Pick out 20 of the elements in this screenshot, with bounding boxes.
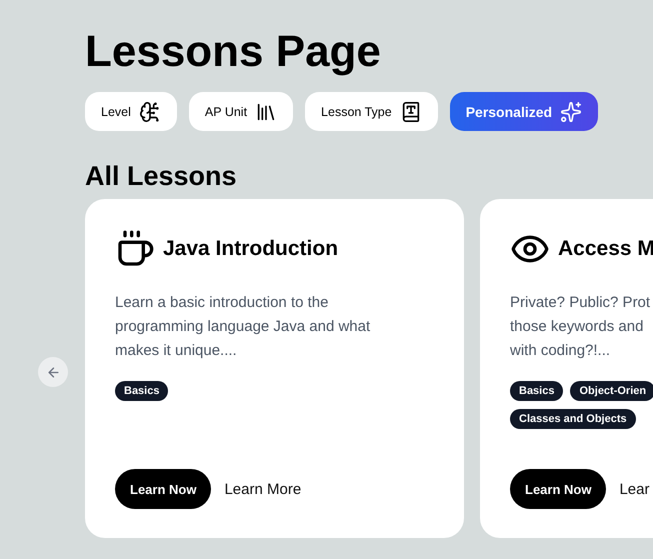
tag: Classes and Objects (510, 409, 636, 429)
filter-button[interactable]: Personalized (450, 92, 598, 131)
sparkles-icon (560, 100, 582, 122)
brain-icon (138, 100, 161, 122)
lesson-description: Learn a basic introduction to the programming language Java and what makes it unique.... (115, 293, 372, 361)
tag: Basics (115, 381, 168, 401)
page-title: Lessons Page (85, 26, 382, 78)
learn-more-link[interactable]: Learn More (224, 480, 302, 498)
tag: Basics (510, 381, 564, 401)
filter-button[interactable]: Lesson Type (305, 92, 438, 131)
lesson-description: Private? Public? Prot those keywords and with coding?!... (510, 293, 652, 361)
section-title: All Lessons (85, 160, 238, 193)
tag: Object-Orien (570, 381, 653, 401)
learn-now-button[interactable]: Learn Now (115, 469, 212, 509)
previous-button[interactable] (38, 357, 68, 387)
filter-button[interactable]: Level (85, 92, 177, 131)
learn-more-link[interactable]: Lear (619, 480, 650, 498)
lesson-title: Java Introduction (163, 237, 338, 261)
learn-now-button[interactable]: Learn Now (510, 469, 606, 509)
filter-button[interactable]: AP Unit (188, 92, 294, 131)
